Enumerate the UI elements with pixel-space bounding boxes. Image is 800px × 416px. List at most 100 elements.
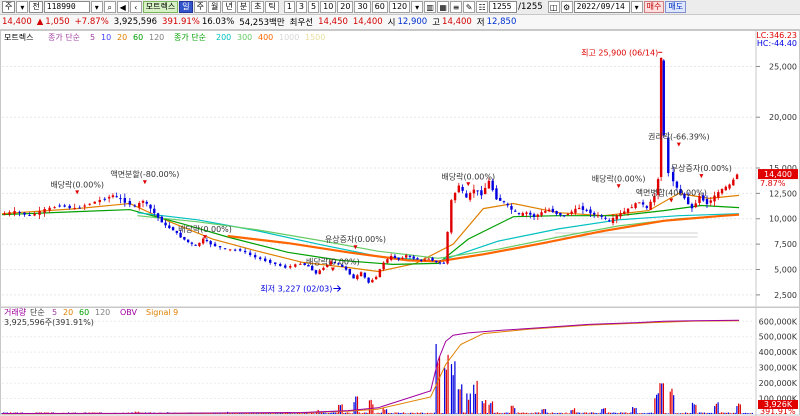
- candle-body: [600, 215, 603, 217]
- price-tick-label: 20,000: [769, 113, 797, 122]
- interval-5[interactable]: 5: [308, 1, 320, 13]
- volume-bar: [519, 412, 521, 414]
- date-dropdown-icon[interactable]: ▾: [630, 1, 643, 13]
- candle-body: [630, 207, 633, 209]
- buy-button[interactable]: 매수: [643, 1, 665, 13]
- settings-list-icon[interactable]: ☷: [476, 1, 489, 13]
- price-legend-item: 120: [149, 33, 164, 42]
- volume-bar: [700, 412, 702, 414]
- volume-bar: [669, 391, 671, 414]
- candle-body: [218, 246, 222, 248]
- calendar-icon[interactable]: ◫: [547, 1, 560, 13]
- interval-1[interactable]: 1: [283, 1, 295, 13]
- price-legend-group1-label: 종가 단순: [48, 32, 80, 42]
- hc-label: HC:-44.40: [757, 39, 797, 48]
- prev-stock-icon[interactable]: ‹: [129, 1, 142, 13]
- volume-bar: [592, 412, 594, 414]
- volume-bar: [356, 396, 359, 414]
- grid-icon[interactable]: ▦: [437, 1, 450, 13]
- stock-code-input[interactable]: 118990: [43, 1, 90, 13]
- volume-bar: [384, 409, 386, 414]
- interval-20[interactable]: 20: [337, 1, 354, 13]
- tab-year[interactable]: 년: [222, 1, 236, 13]
- candle-body: [423, 259, 427, 261]
- tab-second[interactable]: 초: [251, 1, 265, 13]
- interval-10[interactable]: 10: [320, 1, 337, 13]
- dropdown-icon[interactable]: ▾: [90, 1, 103, 13]
- candle-body: [468, 193, 472, 200]
- interval-60[interactable]: 60: [371, 1, 388, 13]
- price-legend-item: 1000: [279, 33, 299, 42]
- search-icon[interactable]: ⌕: [103, 1, 116, 13]
- volume-bar: [654, 398, 656, 414]
- volume-bar: [527, 413, 529, 414]
- pencil-icon[interactable]: ✎: [463, 1, 476, 13]
- tab-month[interactable]: 월: [207, 1, 222, 13]
- range-input[interactable]: 1255: [489, 1, 518, 13]
- chevron-down-icon[interactable]: ▾: [16, 1, 29, 13]
- interval-120[interactable]: 120: [388, 1, 411, 13]
- volume-bar: [344, 412, 347, 414]
- speaker-icon[interactable]: ◀: [116, 1, 129, 13]
- tab-day[interactable]: 일: [179, 1, 193, 13]
- volume-bar: [702, 412, 704, 414]
- volume-bar: [401, 412, 403, 414]
- volume-bar: [411, 412, 413, 414]
- gear-icon[interactable]: ⚙: [560, 1, 573, 13]
- volume-bar: [664, 412, 666, 414]
- tab-minute[interactable]: 분: [236, 1, 251, 13]
- tab-tick[interactable]: 틱: [265, 1, 279, 13]
- candle-body: [13, 210, 16, 214]
- price-tick-label: 7,500: [774, 240, 797, 249]
- stack-icon[interactable]: ≡: [450, 1, 463, 13]
- stock-chart[interactable]: 25,00020,00015,00012,50010,0007,5005,000…: [0, 30, 800, 416]
- obv-legend-label: OBV: [120, 308, 138, 317]
- candle-body: [446, 231, 449, 264]
- interval-dropdown-icon[interactable]: ▾: [411, 1, 424, 13]
- volume-bar: [490, 403, 492, 414]
- high-price-annotation: 최고 25,900 (06/14): [581, 47, 658, 57]
- candle-body: [476, 190, 479, 192]
- volume-bar: [594, 412, 596, 414]
- volume-bar: [423, 413, 425, 414]
- event-annotation: 배당락(0.00%): [441, 171, 495, 181]
- stock-name-button[interactable]: 모트렉스: [142, 1, 179, 13]
- candle-body: [525, 212, 528, 214]
- volume-bar: [321, 412, 323, 414]
- chart-type-icon[interactable]: ▥: [424, 1, 437, 13]
- candle-body: [408, 255, 412, 257]
- candle-body: [585, 209, 588, 211]
- candle-body: [289, 266, 292, 268]
- volume-bar: [589, 412, 591, 414]
- volume-bar: [520, 412, 523, 414]
- mode-select[interactable]: 전: [29, 1, 43, 13]
- volume-bar: [561, 413, 564, 414]
- candle-body: [638, 202, 641, 204]
- date-input[interactable]: 2022/09/14: [573, 1, 630, 13]
- volume-bar: [291, 413, 294, 414]
- interval-3[interactable]: 3: [295, 1, 308, 13]
- candle-body: [205, 240, 209, 242]
- sell-button[interactable]: 매도: [665, 1, 687, 13]
- volume-bar: [726, 412, 728, 414]
- candle-body: [517, 213, 521, 215]
- candle-body: [58, 205, 61, 207]
- candle-body: [98, 199, 101, 203]
- volume-bar: [278, 413, 280, 414]
- volume-bar: [609, 412, 612, 414]
- volume-bar: [555, 413, 557, 414]
- candle-body: [367, 277, 370, 283]
- candle-body: [28, 215, 31, 217]
- price-tick-label: 5,000: [774, 266, 797, 275]
- candle-body: [667, 137, 670, 174]
- tab-week[interactable]: 주: [193, 1, 207, 13]
- volume-bar: [568, 413, 571, 414]
- period-select[interactable]: 주: [2, 1, 16, 13]
- volume-bar: [638, 413, 641, 414]
- candle-body: [502, 201, 506, 203]
- volume-bar: [686, 412, 688, 414]
- candle-body: [145, 201, 148, 204]
- volume-bar: [539, 413, 541, 414]
- volume-bar: [556, 413, 559, 414]
- interval-30[interactable]: 30: [354, 1, 371, 13]
